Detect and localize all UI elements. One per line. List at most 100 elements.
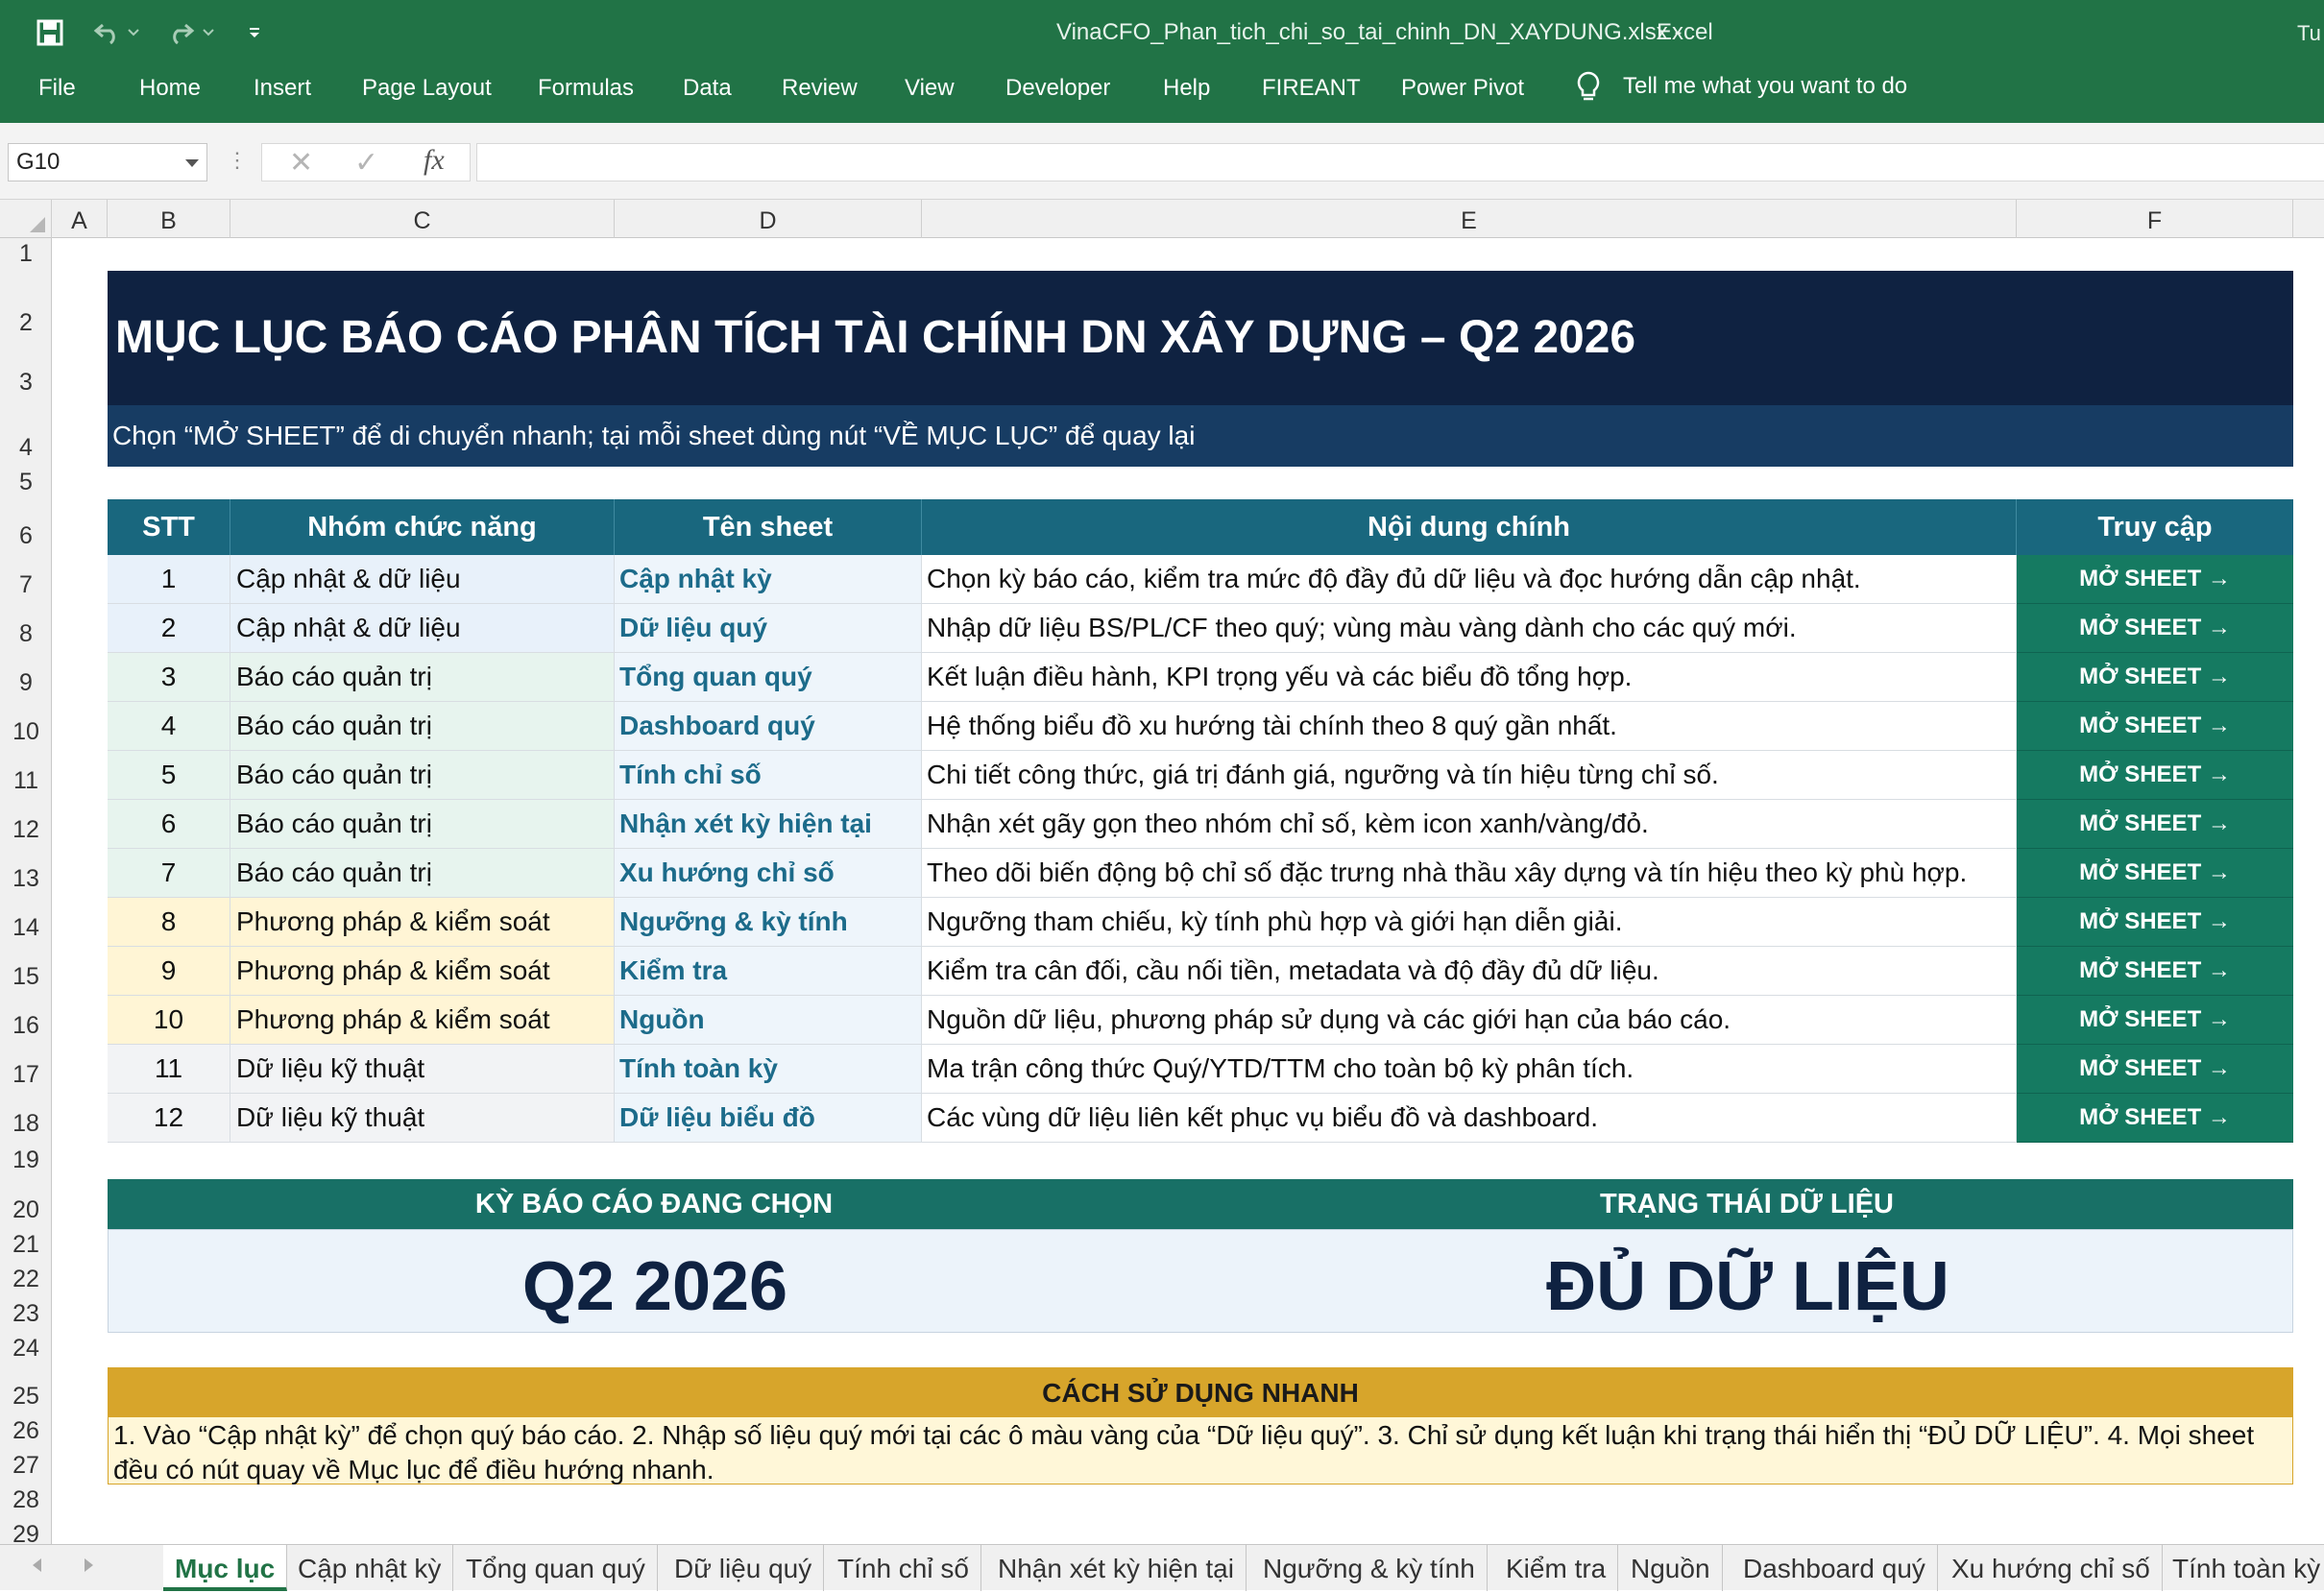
row-header[interactable]: 13 (0, 865, 52, 893)
redo-dropdown-icon[interactable] (198, 13, 219, 52)
sheet-tab-nguon[interactable]: Nguồn (1619, 1545, 1723, 1591)
report-subtitle-bar: Chọn “MỞ SHEET” để di chuyển nhanh; tại … (108, 405, 2293, 467)
row-header[interactable]: 16 (0, 1012, 52, 1040)
name-box[interactable]: G10 (8, 143, 207, 181)
row-header[interactable]: 19 (0, 1146, 52, 1174)
chevron-down-icon[interactable] (185, 159, 199, 167)
column-header-f[interactable]: F (2017, 200, 2293, 238)
row-header[interactable]: 25 (0, 1383, 52, 1411)
lightbulb-icon (1577, 71, 1600, 101)
row-header[interactable]: 28 (0, 1486, 52, 1514)
row-header[interactable]: 2 (0, 309, 52, 337)
tab-fireant[interactable]: FIREANT (1262, 75, 1361, 102)
open-sheet-button[interactable]: MỞ SHEET → (2017, 947, 2293, 996)
row-header[interactable]: 5 (0, 469, 52, 496)
row-header[interactable]: 20 (0, 1196, 52, 1224)
row-header[interactable]: 14 (0, 914, 52, 942)
row-header[interactable]: 15 (0, 963, 52, 991)
undo-icon[interactable] (88, 13, 127, 52)
tab-view[interactable]: View (905, 75, 955, 102)
insert-function-icon[interactable]: fx (424, 144, 445, 177)
row-header[interactable]: 23 (0, 1300, 52, 1328)
row-header[interactable]: 3 (0, 369, 52, 397)
tab-review[interactable]: Review (782, 75, 858, 102)
column-header-g[interactable] (2293, 200, 2324, 238)
row-header[interactable]: 26 (0, 1417, 52, 1445)
tab-data[interactable]: Data (683, 75, 732, 102)
tab-scroll-left-icon[interactable] (33, 1558, 41, 1572)
toc-row-stt: 4 (108, 702, 230, 751)
row-header[interactable]: 8 (0, 620, 52, 648)
row-header[interactable]: 21 (0, 1231, 52, 1259)
app-name: Excel (1657, 19, 1713, 45)
open-sheet-button[interactable]: MỞ SHEET → (2017, 702, 2293, 751)
tell-me-search[interactable]: Tell me what you want to do (1575, 71, 1907, 102)
row-header[interactable]: 27 (0, 1452, 52, 1480)
column-header-d[interactable]: D (615, 200, 922, 238)
column-header-b[interactable]: B (108, 200, 230, 238)
undo-dropdown-icon[interactable] (123, 13, 144, 52)
sheet-tab-du-lieu-quy[interactable]: Dữ liệu quý (663, 1545, 825, 1591)
formula-input[interactable] (476, 143, 2324, 181)
row-header[interactable]: 24 (0, 1335, 52, 1363)
open-sheet-button[interactable]: MỞ SHEET → (2017, 653, 2293, 702)
row-header[interactable]: 6 (0, 522, 52, 550)
sheet-tab-tinh-chi-so[interactable]: Tính chỉ số (826, 1545, 981, 1591)
row-header[interactable]: 11 (0, 767, 52, 795)
data-status-label: TRẠNG THÁI DỮ LIỆU (1600, 1189, 1894, 1219)
column-header-e[interactable]: E (922, 200, 2017, 238)
row-header[interactable]: 7 (0, 571, 52, 599)
open-sheet-button[interactable]: MỞ SHEET → (2017, 849, 2293, 898)
tab-file[interactable]: File (38, 75, 76, 102)
sheet-tab-cap-nhat-ky[interactable]: Cập nhật kỳ (286, 1545, 454, 1591)
customize-toolbar-icon[interactable] (240, 13, 269, 52)
sheet-tab-dashboard-quy[interactable]: Dashboard quý (1731, 1545, 1938, 1591)
sheet-tab-nguong[interactable]: Ngưỡng & kỳ tính (1251, 1545, 1488, 1591)
open-sheet-button[interactable]: MỞ SHEET → (2017, 751, 2293, 800)
open-sheet-button[interactable]: MỞ SHEET → (2017, 1045, 2293, 1094)
tab-power-pivot[interactable]: Power Pivot (1401, 75, 1524, 102)
toc-row-sheet-name: Xu hướng chỉ số (615, 849, 922, 898)
column-header-c[interactable]: C (230, 200, 615, 238)
select-all-corner[interactable] (0, 200, 52, 238)
open-sheet-button[interactable]: MỞ SHEET → (2017, 1094, 2293, 1143)
tab-help[interactable]: Help (1163, 75, 1210, 102)
row-header[interactable]: 4 (0, 434, 52, 462)
tab-developer[interactable]: Developer (1005, 75, 1110, 102)
row-header[interactable]: 12 (0, 816, 52, 844)
sheet-tab-xu-huong[interactable]: Xu hướng chỉ số (1940, 1545, 2163, 1591)
row-header[interactable]: 17 (0, 1061, 52, 1089)
open-sheet-button[interactable]: MỞ SHEET → (2017, 555, 2293, 604)
open-sheet-button[interactable]: MỞ SHEET → (2017, 604, 2293, 653)
column-header-a[interactable]: A (52, 200, 108, 238)
save-icon[interactable] (31, 13, 69, 52)
cancel-icon[interactable]: ✕ (289, 146, 313, 180)
row-header[interactable]: 22 (0, 1266, 52, 1293)
user-name[interactable]: Tu (2297, 21, 2321, 46)
row-header[interactable]: 29 (0, 1521, 52, 1542)
tab-page-layout[interactable]: Page Layout (362, 75, 492, 102)
sheet-tab-muc-luc[interactable]: Mục lục (163, 1545, 288, 1591)
row-header[interactable]: 1 (0, 240, 52, 268)
row-header[interactable]: 10 (0, 718, 52, 746)
sheet-tab-kiem-tra[interactable]: Kiểm tra (1494, 1545, 1619, 1591)
toc-row-content: Nguồn dữ liệu, phương pháp sử dụng và cá… (922, 996, 2017, 1045)
open-sheet-button[interactable]: MỞ SHEET → (2017, 996, 2293, 1045)
sheet-tab-nhan-xet[interactable]: Nhận xét kỳ hiện tại (986, 1545, 1247, 1591)
report-banner: MỤC LỤC BÁO CÁO PHÂN TÍCH TÀI CHÍNH DN X… (108, 271, 2293, 405)
row-header[interactable]: 9 (0, 669, 52, 697)
toc-row-stt: 12 (108, 1094, 230, 1143)
enter-icon[interactable]: ✓ (354, 146, 378, 180)
tab-insert[interactable]: Insert (254, 75, 311, 102)
sheet-tab-tinh-toan-ky[interactable]: Tính toàn kỳ (2161, 1545, 2324, 1591)
open-sheet-button[interactable]: MỞ SHEET → (2017, 800, 2293, 849)
redo-icon[interactable] (161, 13, 200, 52)
toc-header-access: Truy cập (2017, 499, 2293, 555)
open-sheet-button[interactable]: MỞ SHEET → (2017, 898, 2293, 947)
row-header[interactable]: 18 (0, 1110, 52, 1138)
tab-formulas[interactable]: Formulas (538, 75, 634, 102)
toc-row-group: Báo cáo quản trị (230, 751, 615, 800)
tab-home[interactable]: Home (139, 75, 201, 102)
sheet-tab-tong-quan-quy[interactable]: Tổng quan quý (454, 1545, 658, 1591)
tab-scroll-right-icon[interactable] (85, 1558, 93, 1572)
